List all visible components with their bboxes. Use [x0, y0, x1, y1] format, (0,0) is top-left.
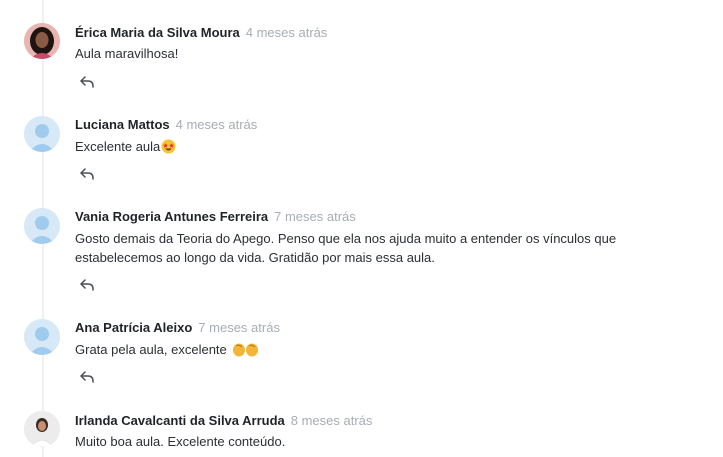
comment-text: Gosto demais da Teoria do Apego. Penso q…	[75, 231, 617, 265]
avatar[interactable]	[24, 319, 60, 355]
reply-arrow-icon	[80, 279, 94, 291]
star-struck-icon	[161, 139, 176, 159]
avatar[interactable]	[24, 23, 60, 59]
comment-time: 4 meses atrás	[245, 25, 328, 40]
comment-time: 7 meses atrás	[198, 320, 280, 335]
comment-time: 7 meses atrás	[274, 209, 356, 224]
default-user-icon	[24, 116, 60, 152]
clapping-hands-icon	[231, 341, 261, 362]
avatar[interactable]	[24, 411, 60, 447]
avatar[interactable]	[24, 208, 60, 244]
reply-arrow-icon	[80, 76, 94, 88]
default-user-icon	[24, 208, 60, 244]
reply-button[interactable]	[78, 276, 96, 294]
reply-button[interactable]	[78, 165, 96, 183]
comment-text: Grata pela aula, excelente	[75, 342, 231, 357]
comment-author[interactable]: Luciana Mattos	[75, 117, 170, 132]
reply-button[interactable]	[78, 73, 96, 91]
comment-text: Muito boa aula. Excelente conteúdo.	[75, 434, 286, 449]
comment-author[interactable]: Érica Maria da Silva Moura	[75, 25, 240, 40]
reply-arrow-icon	[80, 371, 94, 383]
comment-time: 4 meses atrás	[175, 117, 258, 132]
avatar[interactable]	[24, 116, 60, 152]
reply-button[interactable]	[78, 368, 96, 386]
comment-author[interactable]: Irlanda Cavalcanti da Silva Arruda	[75, 413, 285, 428]
comment-body: Excelente aula	[75, 137, 675, 159]
comment-time: 8 meses atrás	[290, 413, 373, 428]
comment-author[interactable]: Ana Patrícia Aleixo	[75, 320, 192, 335]
comment-author[interactable]: Vania Rogeria Antunes Ferreira	[75, 209, 268, 224]
comment-text: Excelente aula	[75, 139, 161, 154]
reply-arrow-icon	[80, 168, 94, 180]
comment-body: Grata pela aula, excelente	[75, 340, 675, 362]
comment-text: Aula maravilhosa!	[75, 46, 179, 61]
default-user-icon	[24, 319, 60, 355]
